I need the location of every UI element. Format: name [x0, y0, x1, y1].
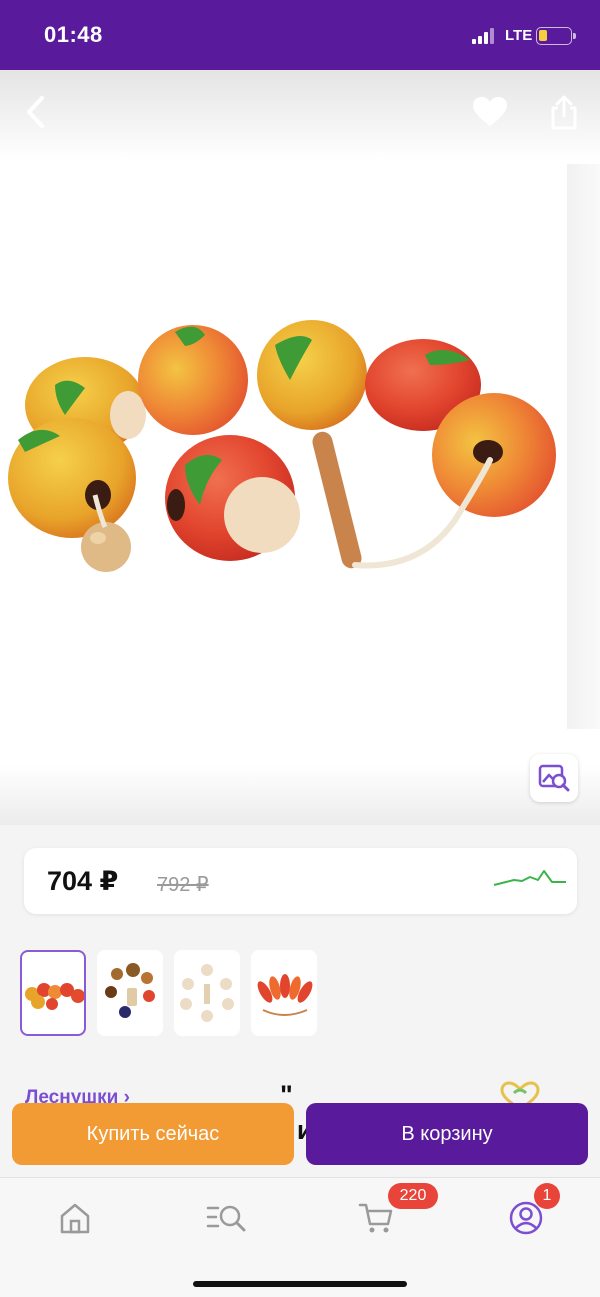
catalog-search-icon	[206, 1205, 246, 1232]
cart-icon	[358, 1203, 393, 1233]
product-image-gallery[interactable]	[0, 160, 600, 825]
favorite-button[interactable]	[468, 90, 512, 134]
price-card[interactable]: 704 ₽ 792 ₽	[24, 848, 577, 914]
current-price: 704 ₽	[47, 866, 119, 896]
share-icon	[551, 95, 577, 130]
back-button[interactable]	[14, 90, 58, 134]
share-button[interactable]	[542, 90, 586, 134]
add-to-cart-button[interactable]: В корзину	[306, 1103, 588, 1165]
cart-count-badge: 220	[388, 1183, 438, 1209]
bottom-tab-bar: 220 1	[0, 1177, 600, 1297]
thumbnail-1[interactable]	[20, 950, 86, 1036]
visual-search-icon	[538, 764, 570, 792]
thumbnail-3[interactable]	[174, 950, 240, 1036]
signal-icon	[472, 28, 498, 44]
back-icon	[27, 96, 44, 128]
status-time: 01:48	[44, 22, 103, 47]
home-indicator	[193, 1281, 407, 1287]
home-icon	[60, 1203, 90, 1234]
battery-icon	[536, 27, 576, 45]
visual-search-button[interactable]	[530, 754, 578, 802]
tab-catalog[interactable]	[196, 1196, 256, 1240]
price-history-graph-icon	[493, 870, 566, 886]
old-price: 792 ₽	[157, 874, 209, 896]
tab-home[interactable]	[45, 1196, 105, 1240]
buy-now-button[interactable]: Купить сейчас	[12, 1103, 294, 1165]
thumbnail-2[interactable]	[97, 950, 163, 1036]
gallery-bottom-fade	[0, 765, 600, 825]
image-thumbnails	[20, 950, 340, 1038]
product-image	[8, 320, 556, 572]
status-bar: 01:48 LTE	[0, 0, 600, 70]
heart-icon	[473, 97, 507, 126]
product-top-bar	[0, 70, 600, 160]
network-label: LTE	[505, 27, 533, 44]
profile-notification-badge: 1	[534, 1183, 560, 1209]
thumbnail-4[interactable]	[251, 950, 317, 1036]
next-image-peek[interactable]	[567, 164, 600, 729]
